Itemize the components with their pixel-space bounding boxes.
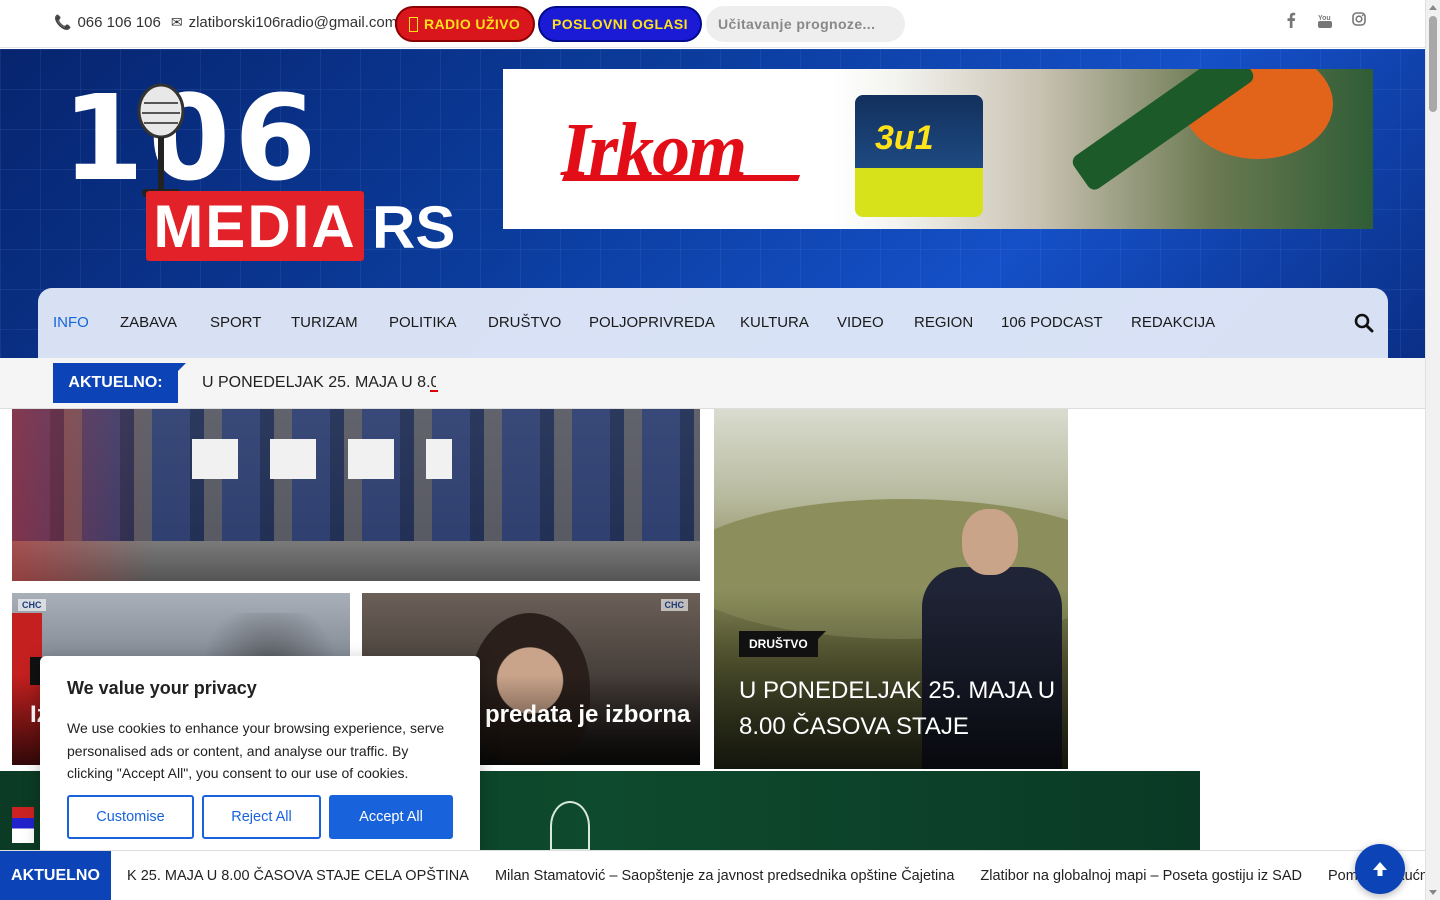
weather-loading-text: Učitavanje prognoze... — [718, 16, 876, 32]
phone-icon: 📞 — [54, 14, 72, 30]
emblem-image — [550, 801, 590, 851]
logo-number: 106 — [62, 69, 321, 207]
facebook-icon[interactable] — [1280, 12, 1302, 32]
red-glow — [12, 409, 152, 581]
weather-widget: Učitavanje prognoze... — [706, 6, 905, 42]
nav-item-info[interactable]: INFO — [53, 314, 89, 331]
page-scrollbar[interactable] — [1425, 0, 1440, 900]
bottom-ticker-items: K 25. MAJA U 8.00 ČASOVA STAJE CELA OPŠT… — [111, 851, 1425, 900]
nav-item-kultura[interactable]: KULTURA — [740, 314, 809, 331]
scroll-down-arrow[interactable] — [1429, 890, 1437, 895]
email-link[interactable]: zlatiborski106radio@gmail.com — [189, 14, 398, 31]
phone-number[interactable]: 066 106 106 — [77, 14, 160, 31]
ticker-label: AKTUELNO: — [53, 363, 186, 403]
radio-live-label: RADIO UŽIVO — [424, 16, 521, 32]
ticker-item[interactable]: K 25. MAJA U 8.00 ČASOVA STAJE CELA OPŠT… — [111, 851, 479, 900]
news-card-featured[interactable]: DRUŠTVO U PONEDELJAK 25. MAJA U 8.00 ČAS… — [714, 409, 1068, 769]
nav-item-zabava[interactable]: ZABAVA — [120, 314, 177, 331]
scroll-to-top-button[interactable] — [1355, 844, 1405, 894]
bottom-ticker-label: AKTUELNO — [0, 851, 111, 900]
news-card-featured-title[interactable]: U PONEDELJAK 25. MAJA U 8.00 ČASOVA STAJ… — [739, 673, 1059, 745]
logo-media: MEDIA — [146, 191, 364, 261]
radio-icon — [409, 16, 418, 32]
paint-can-label: 3u1 — [875, 119, 934, 157]
ticker-item[interactable]: Zlatibor na globalnoj mapi – Poseta gost… — [964, 851, 1312, 900]
accept-all-button[interactable]: Accept All — [329, 795, 453, 839]
radio-live-button[interactable]: RADIO UŽIVO — [395, 6, 535, 42]
scroll-up-arrow[interactable] — [1429, 5, 1437, 10]
arrow-up-icon — [1373, 862, 1387, 876]
cookie-text: We use cookies to enhance your browsing … — [67, 720, 445, 781]
brand-underline — [561, 175, 801, 181]
reject-all-button[interactable]: Reject All — [202, 795, 321, 839]
bottom-news-ticker: AKTUELNO K 25. MAJA U 8.00 ČASOVA STAJE … — [0, 850, 1425, 900]
category-tag-drustvo[interactable]: DRUŠTVO — [739, 631, 826, 657]
news-ticker: AKTUELNO: U PONEDELJAK 25. MAJA U 8.0 — [0, 358, 1425, 409]
nav-item-poljoprivreda[interactable]: POLJOPRIVREDA — [589, 314, 715, 331]
ticker-headline[interactable]: U PONEDELJAK 25. MAJA U 8.0 — [202, 374, 436, 392]
man-head — [962, 509, 1018, 575]
nav-item-sport[interactable]: SPORT — [210, 314, 261, 331]
nav-item-turizam[interactable]: TURIZAM — [291, 314, 358, 331]
business-ads-label: POSLOVNI OGLASI — [552, 16, 688, 32]
microphone-icon — [137, 83, 185, 197]
envelope-icon: ✉ — [170, 14, 183, 30]
nav-item-region[interactable]: REGION — [914, 314, 973, 331]
main-navigation: INFO ZABAVA SPORT TURIZAM POLITIKA DRUŠT… — [38, 288, 1388, 358]
scrollbar-thumb[interactable] — [1429, 16, 1437, 112]
party-logo: СНС — [660, 599, 688, 611]
contact-info: 📞 066 106 106 ✉ zlatiborski106radio@gmai… — [54, 14, 397, 31]
irkom-ad-banner[interactable]: Irkom 3u1 — [503, 69, 1373, 229]
cookie-title: We value your privacy — [67, 678, 257, 698]
ticker-cursor — [430, 390, 438, 392]
instagram-icon[interactable] — [1348, 12, 1370, 30]
nav-item-podcast[interactable]: 106 PODCAST — [1001, 314, 1103, 331]
youtube-icon[interactable]: You — [1314, 12, 1336, 32]
crest-image — [12, 807, 34, 843]
cookie-consent-dialog: We value your privacy We use cookies to … — [40, 656, 480, 860]
nav-item-redakcija[interactable]: REDAKCIJA — [1131, 314, 1215, 331]
nav-item-video[interactable]: VIDEO — [837, 314, 884, 331]
ticker-item[interactable]: Milan Stamatović – Saopštenje za javnost… — [479, 851, 964, 900]
customise-button[interactable]: Customise — [67, 795, 194, 839]
top-bar: 📞 066 106 106 ✉ zlatiborski106radio@gmai… — [0, 0, 1425, 48]
business-ads-button[interactable]: POSLOVNI OGLASI — [538, 6, 702, 42]
svg-text:You: You — [1318, 15, 1331, 22]
site-logo[interactable]: 106 MEDIA RS — [62, 79, 462, 269]
logo-rs: RS — [372, 194, 456, 261]
featured-card-photo[interactable] — [12, 409, 700, 581]
search-icon[interactable] — [1354, 313, 1374, 333]
boxes-image — [192, 439, 452, 479]
nav-item-politika[interactable]: POLITIKA — [389, 314, 457, 331]
nav-item-drustvo[interactable]: DRUŠTVO — [488, 314, 561, 331]
news-card-middle-title[interactable]: predata je izborna — [485, 701, 690, 729]
party-logo: СНС — [18, 599, 46, 611]
